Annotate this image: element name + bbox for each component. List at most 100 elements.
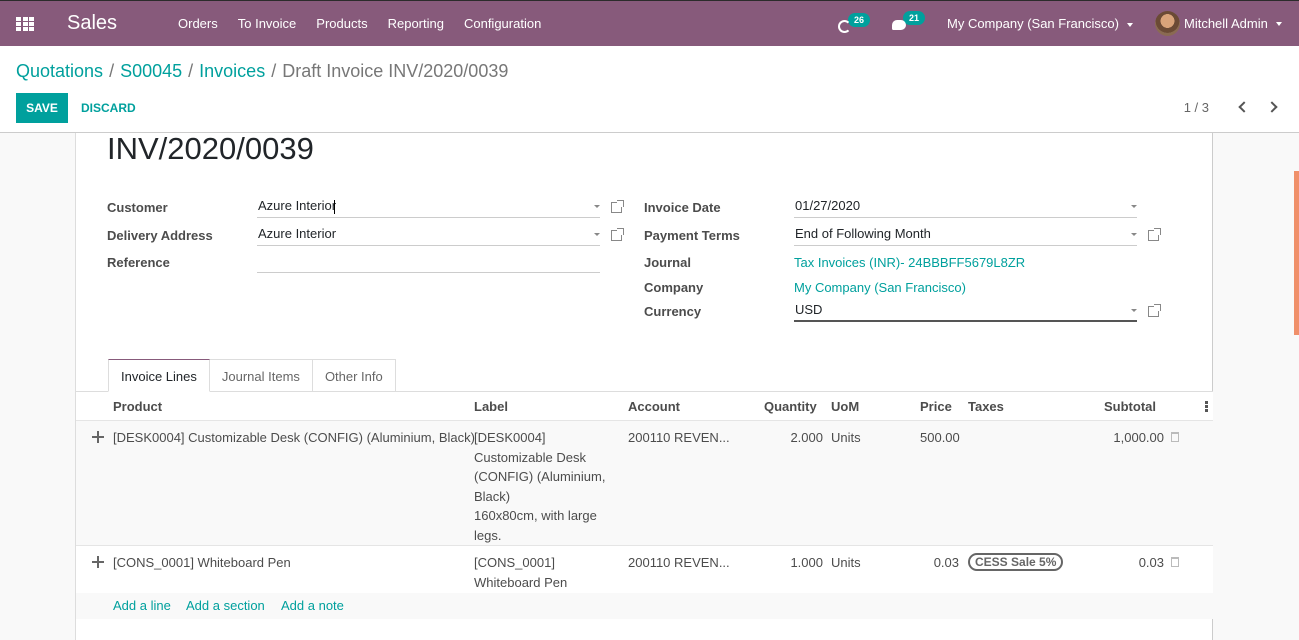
column-price[interactable]: Price <box>920 399 952 414</box>
optional-columns-icon[interactable] <box>1205 401 1208 412</box>
payment-terms-field[interactable]: End of Following Month <box>794 224 1137 246</box>
pager-previous-button[interactable] <box>1237 99 1251 115</box>
external-link-icon[interactable] <box>1148 304 1161 317</box>
delivery-address-field[interactable]: Azure Interior <box>257 224 600 246</box>
customer-field[interactable]: Azure Interior <box>257 196 600 218</box>
dropdown-caret-icon[interactable] <box>594 233 600 236</box>
invoice-date-label: Invoice Date <box>644 200 721 215</box>
customer-label: Customer <box>107 200 168 215</box>
tax-tag[interactable]: CESS Sale 5% <box>968 553 1064 571</box>
menu-configuration[interactable]: Configuration <box>454 1 551 47</box>
breadcrumb-separator: / <box>271 61 277 81</box>
column-subtotal[interactable]: Subtotal <box>1104 399 1156 414</box>
line-product[interactable]: [DESK0004] Customizable Desk (CONFIG) (A… <box>113 428 475 448</box>
scrollbar-thumb[interactable] <box>1294 171 1299 335</box>
line-subtotal: 1,000.00 <box>1113 430 1164 445</box>
breadcrumb-invoices[interactable]: Invoices <box>199 61 265 82</box>
pager: 1 / 3 <box>1184 99 1279 115</box>
line-label-text: [DESK0004] <box>474 430 546 445</box>
line-label-text: [CONS_0001] <box>474 555 555 570</box>
currency-label: Currency <box>644 304 702 319</box>
top-navbar: Sales Orders To Invoice Products Reporti… <box>0 0 1299 46</box>
text-cursor <box>334 199 336 214</box>
company-label: Company <box>644 280 704 295</box>
tab-invoice-lines[interactable]: Invoice Lines <box>108 359 210 392</box>
trash-icon[interactable] <box>1171 557 1179 567</box>
dropdown-caret-icon[interactable] <box>1131 205 1137 208</box>
pager-next-button[interactable] <box>1265 99 1279 115</box>
table-row[interactable]: [CONS_0001] Whiteboard Pen [CONS_0001] W… <box>76 546 1213 593</box>
menu-products[interactable]: Products <box>306 1 377 47</box>
pager-value[interactable]: 1 / 3 <box>1184 100 1209 115</box>
line-price[interactable]: 0.03 <box>896 553 959 573</box>
chevron-right-icon <box>1266 101 1278 113</box>
drag-handle-icon[interactable] <box>92 431 104 443</box>
chat-icon <box>892 20 906 30</box>
reference-field[interactable] <box>257 251 600 273</box>
currency-field[interactable]: USD <box>794 300 1137 322</box>
menu-reporting[interactable]: Reporting <box>378 1 454 47</box>
invoice-number: INV/2020/0039 <box>107 131 314 166</box>
add-section-link[interactable]: Add a section <box>186 598 265 613</box>
breadcrumb-separator: / <box>188 61 194 81</box>
discard-button[interactable]: DISCARD <box>73 93 144 123</box>
tab-other-info[interactable]: Other Info <box>311 359 396 392</box>
user-menu[interactable]: Mitchell Admin <box>1155 11 1282 36</box>
apps-menu-icon[interactable] <box>16 17 34 31</box>
invoice-date-value: 01/27/2020 <box>795 198 861 213</box>
app-name[interactable]: Sales <box>67 12 117 35</box>
line-product[interactable]: [CONS_0001] Whiteboard Pen <box>113 553 291 573</box>
caret-down-icon <box>1126 22 1133 27</box>
save-button[interactable]: SAVE <box>16 93 68 123</box>
line-account[interactable]: 200110 REVEN... <box>628 553 730 573</box>
line-account[interactable]: 200110 REVEN... <box>628 428 730 448</box>
column-label[interactable]: Label <box>474 399 508 414</box>
control-panel: Quotations / S00045 / Invoices / Draft I… <box>0 46 1299 133</box>
journal-link[interactable]: Tax Invoices (INR)- 24BBBFF5679L8ZR <box>794 255 1025 270</box>
caret-down-icon <box>1275 21 1282 26</box>
line-label-text: (CONFIG) (Aluminium, <box>474 469 606 484</box>
trash-icon[interactable] <box>1171 432 1179 442</box>
add-note-link[interactable]: Add a note <box>281 598 344 613</box>
menu-orders[interactable]: Orders <box>168 1 228 47</box>
line-label[interactable]: [CONS_0001] Whiteboard Pen <box>474 553 614 592</box>
messages-badge: 21 <box>903 11 926 25</box>
column-account[interactable]: Account <box>628 399 680 414</box>
breadcrumb-order[interactable]: S00045 <box>120 61 182 82</box>
line-uom[interactable]: Units <box>831 428 861 448</box>
dropdown-caret-icon[interactable] <box>1131 233 1137 236</box>
company-switcher[interactable]: My Company (San Francisco) <box>947 1 1133 47</box>
line-label-text: Black) <box>474 488 511 504</box>
add-line-row: Add a line Add a section Add a note <box>76 593 1213 619</box>
notebook-tabs: Invoice Lines Journal Items Other Info <box>108 359 396 392</box>
line-quantity[interactable]: 1.000 <box>756 553 823 573</box>
external-link-icon[interactable] <box>611 200 624 213</box>
external-link-icon[interactable] <box>611 228 624 241</box>
drag-handle-icon[interactable] <box>92 556 104 568</box>
delivery-address-value: Azure Interior <box>258 226 337 241</box>
line-price[interactable]: 500.00 <box>920 428 960 448</box>
add-line-link[interactable]: Add a line <box>113 598 171 613</box>
breadcrumb-quotations[interactable]: Quotations <box>16 61 103 82</box>
line-label-text: 160x80cm, with large <box>474 508 597 523</box>
column-taxes[interactable]: Taxes <box>968 399 1004 414</box>
column-quantity[interactable]: Quantity <box>764 399 817 414</box>
external-link-icon[interactable] <box>1148 228 1161 241</box>
line-label[interactable]: [DESK0004] Customizable Desk (CONFIG) (A… <box>474 428 614 545</box>
table-row[interactable]: [DESK0004] Customizable Desk (CONFIG) (A… <box>76 421 1213 546</box>
line-label-text: legs. <box>474 527 502 543</box>
dropdown-caret-icon[interactable] <box>594 205 600 208</box>
column-product[interactable]: Product <box>113 399 162 414</box>
dropdown-caret-icon[interactable] <box>1131 309 1137 312</box>
messages-button[interactable]: 21 <box>892 11 926 30</box>
line-uom[interactable]: Units <box>831 553 861 573</box>
line-quantity[interactable]: 2.000 <box>756 428 823 448</box>
tab-journal-items[interactable]: Journal Items <box>208 359 313 392</box>
activity-button[interactable]: 26 <box>838 12 871 33</box>
line-subtotal: 0.03 <box>1138 555 1164 570</box>
company-link[interactable]: My Company (San Francisco) <box>794 280 966 295</box>
column-uom[interactable]: UoM <box>831 399 859 414</box>
invoice-date-field[interactable]: 01/27/2020 <box>794 196 1137 218</box>
line-label-text: Customizable Desk <box>474 449 586 465</box>
menu-to-invoice[interactable]: To Invoice <box>228 1 307 47</box>
